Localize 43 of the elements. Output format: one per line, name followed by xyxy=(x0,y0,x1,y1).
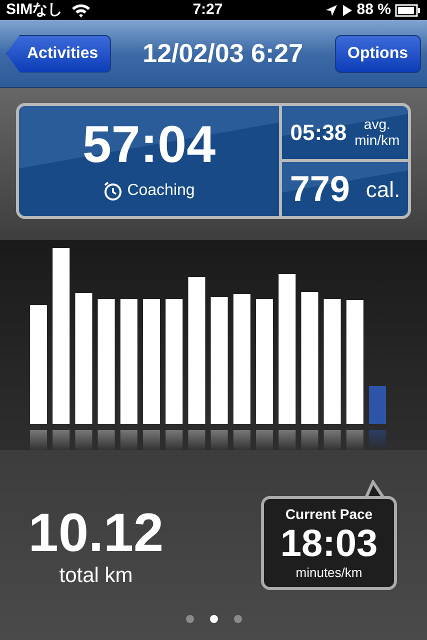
coaching-label: Coaching xyxy=(127,181,195,201)
pace-unit: min/km xyxy=(354,132,400,148)
bar-reflection xyxy=(301,430,318,450)
bar-reflection xyxy=(75,430,92,450)
bar-reflection xyxy=(233,430,250,450)
current-pace-unit: minutes/km xyxy=(296,564,362,582)
calories-value: 779 xyxy=(290,167,350,211)
bar-reflection xyxy=(256,430,273,450)
bar-reflection xyxy=(98,430,115,450)
current-pace-value: 18:03 xyxy=(280,524,378,563)
calories-unit: cal. xyxy=(366,176,400,204)
bar-reflection xyxy=(120,430,138,450)
back-button[interactable]: Activities xyxy=(6,34,112,72)
bar-reflection xyxy=(324,430,341,450)
carrier-name: SIMなし xyxy=(6,0,63,20)
bar-reflection xyxy=(369,430,386,450)
play-icon xyxy=(342,4,353,16)
location-arrow-icon xyxy=(324,4,338,16)
options-button[interactable]: Options xyxy=(334,34,421,72)
bar-reflection xyxy=(346,430,364,450)
bar-reflection xyxy=(210,430,228,450)
battery-icon xyxy=(395,4,421,16)
battery-percentage: 88 % xyxy=(356,0,391,20)
bar-reflection xyxy=(278,430,296,450)
bar-reflection xyxy=(188,430,206,450)
page-indicator-dot[interactable] xyxy=(210,615,218,623)
distance-value: 10.12 xyxy=(28,506,164,560)
average-pace-value: 05:38 xyxy=(290,119,347,147)
nav-title: 12/02/03 6:27 xyxy=(142,37,304,70)
current-pace-title: Current Pace xyxy=(285,504,373,524)
wifi-icon xyxy=(70,2,91,18)
bar-reflection xyxy=(52,430,70,450)
chart-bar xyxy=(369,386,386,424)
stopwatch-icon xyxy=(103,181,124,201)
page-indicator-dot[interactable] xyxy=(186,615,194,623)
pace-unit: avg. xyxy=(364,117,390,132)
bar-reflection xyxy=(166,430,183,450)
distance-label: total km xyxy=(59,563,133,589)
page-indicator-dot[interactable] xyxy=(234,615,242,623)
status-time: 7:27 xyxy=(192,0,223,20)
bar-reflection xyxy=(143,430,160,450)
duration-value: 57:04 xyxy=(82,119,216,171)
bar-reflection xyxy=(30,430,47,450)
